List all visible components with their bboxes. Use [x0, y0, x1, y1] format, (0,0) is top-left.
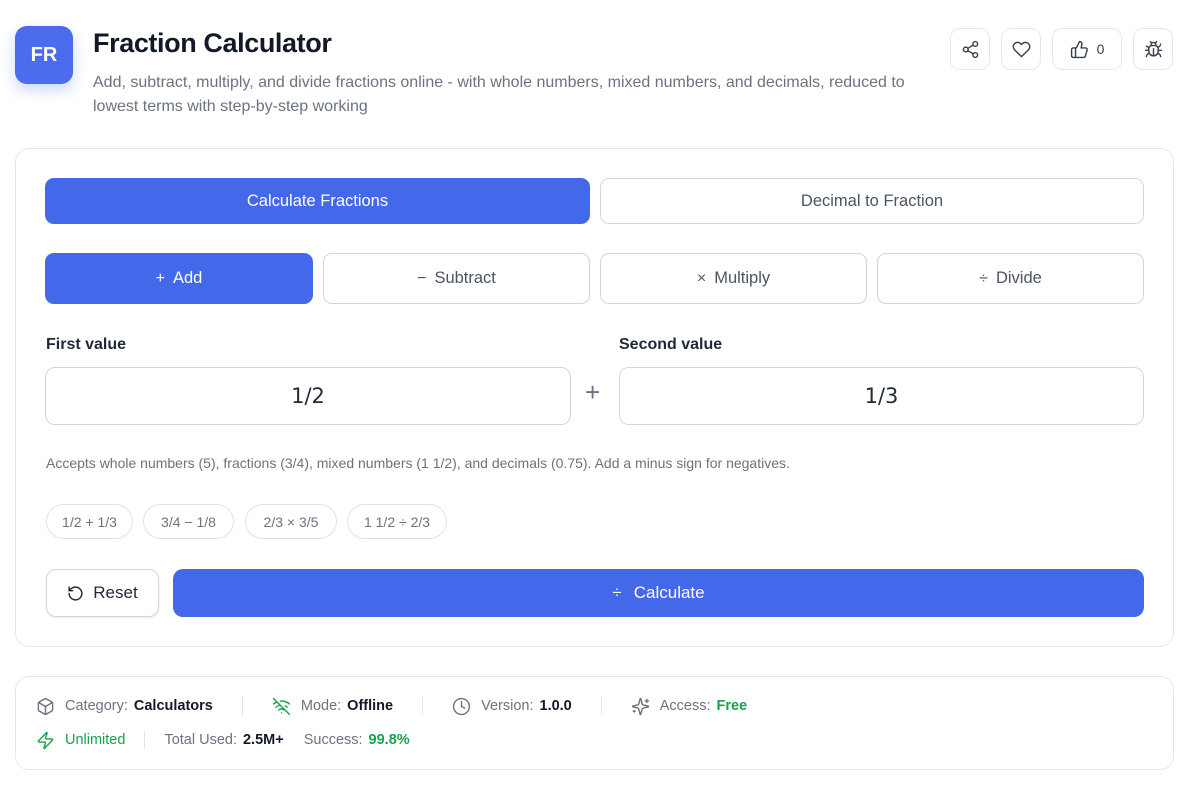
operation-label: Add [172, 269, 203, 287]
category-label: Category: [65, 698, 128, 714]
input-hint: Accepts whole numbers (5), fractions (3/… [46, 455, 790, 471]
thumbs-up-icon [1070, 40, 1088, 58]
category-value: Calculators [133, 698, 213, 714]
success-label: Success: [303, 732, 363, 748]
second-value-label: Second value [619, 336, 723, 353]
operation-multiply-button[interactable]: × Multiply [600, 253, 867, 304]
divide-icon: ÷ [979, 269, 988, 287]
reset-label: Reset [93, 583, 138, 602]
category-info: Category: Calculators [36, 697, 213, 716]
first-value-label: First value [46, 336, 127, 353]
divider [241, 696, 243, 716]
mode-info: Mode: Offline [272, 697, 393, 716]
box-icon [37, 697, 54, 715]
page-subtitle: Add, subtract, multiply, and divide frac… [93, 74, 905, 115]
plus-icon: + [155, 269, 165, 287]
success-info: Success: 99.8% [304, 732, 410, 748]
calculate-label: Calculate [633, 583, 705, 602]
example-chip[interactable]: 2/3 × 3/5 [245, 504, 337, 539]
total-used-label: Total Used: [164, 732, 237, 748]
first-value-input[interactable] [45, 367, 571, 425]
total-used-info: Total Used: 2.5M+ [164, 732, 283, 748]
calculate-button[interactable]: ÷ Calculate [173, 569, 1144, 617]
operator-sign: + [585, 377, 601, 407]
report-bug-button[interactable] [1133, 28, 1173, 70]
share-button[interactable] [950, 28, 990, 70]
total-used-value: 2.5M+ [242, 732, 284, 748]
like-button[interactable]: 0 [1052, 28, 1122, 70]
lightning-icon [37, 731, 54, 749]
info-row: Unlimited Total Used: 2.5M+ Success: 99.… [36, 730, 410, 750]
operation-label: Subtract [434, 269, 496, 287]
mode-label: Mode: [300, 698, 342, 714]
tool-info-panel: Category: Calculators Mode: Offline Vers… [15, 676, 1174, 770]
calculator-card: Calculate Fractions Decimal to Fraction … [15, 148, 1174, 647]
operation-add-button[interactable]: + Add [45, 253, 313, 304]
example-chip[interactable]: 1/2 + 1/3 [46, 504, 133, 539]
example-chip[interactable]: 1 1/2 ÷ 2/3 [347, 504, 447, 539]
access-label: Access: [659, 698, 711, 714]
operation-label: Multiply [714, 269, 771, 287]
unlimited-value: Unlimited [65, 732, 126, 748]
second-value-input[interactable] [619, 367, 1144, 425]
operation-subtract-button[interactable]: − Subtract [323, 253, 590, 304]
access-info: Access: Free [631, 697, 747, 716]
tab-decimal-to-fraction[interactable]: Decimal to Fraction [600, 178, 1144, 224]
app-logo: FR [15, 26, 73, 84]
version-value: 1.0.0 [539, 698, 572, 714]
sparkles-icon [631, 697, 649, 715]
heart-icon [1012, 41, 1030, 57]
clock-icon [452, 697, 471, 715]
divider [422, 696, 424, 716]
like-count: 0 [1096, 41, 1105, 57]
favorite-button[interactable] [1001, 28, 1041, 70]
example-chip[interactable]: 3/4 − 1/8 [143, 504, 234, 539]
divider [144, 730, 146, 750]
wifi-off-icon [272, 697, 290, 715]
share-icon [962, 40, 978, 58]
page-title: Fraction Calculator [93, 28, 332, 58]
rotate-ccw-icon [68, 585, 83, 601]
info-row: Category: Calculators Mode: Offline Vers… [36, 696, 747, 716]
bug-icon [1144, 40, 1162, 57]
unlimited-info: Unlimited [36, 731, 125, 750]
operation-label: Divide [995, 269, 1042, 287]
version-label: Version: [481, 698, 534, 714]
divider [600, 696, 602, 716]
success-value: 99.8% [368, 732, 410, 748]
minus-icon: − [417, 269, 427, 287]
divide-icon: ÷ [612, 583, 622, 602]
access-value: Free [716, 698, 748, 714]
reset-button[interactable]: Reset [46, 569, 159, 617]
tab-calculate-fractions[interactable]: Calculate Fractions [45, 178, 590, 224]
mode-value: Offline [347, 698, 394, 714]
operation-divide-button[interactable]: ÷ Divide [877, 253, 1144, 304]
version-info: Version: 1.0.0 [452, 697, 572, 716]
multiply-icon: × [696, 269, 707, 287]
page-header: FR Fraction Calculator Add, subtract, mu… [0, 0, 1200, 140]
